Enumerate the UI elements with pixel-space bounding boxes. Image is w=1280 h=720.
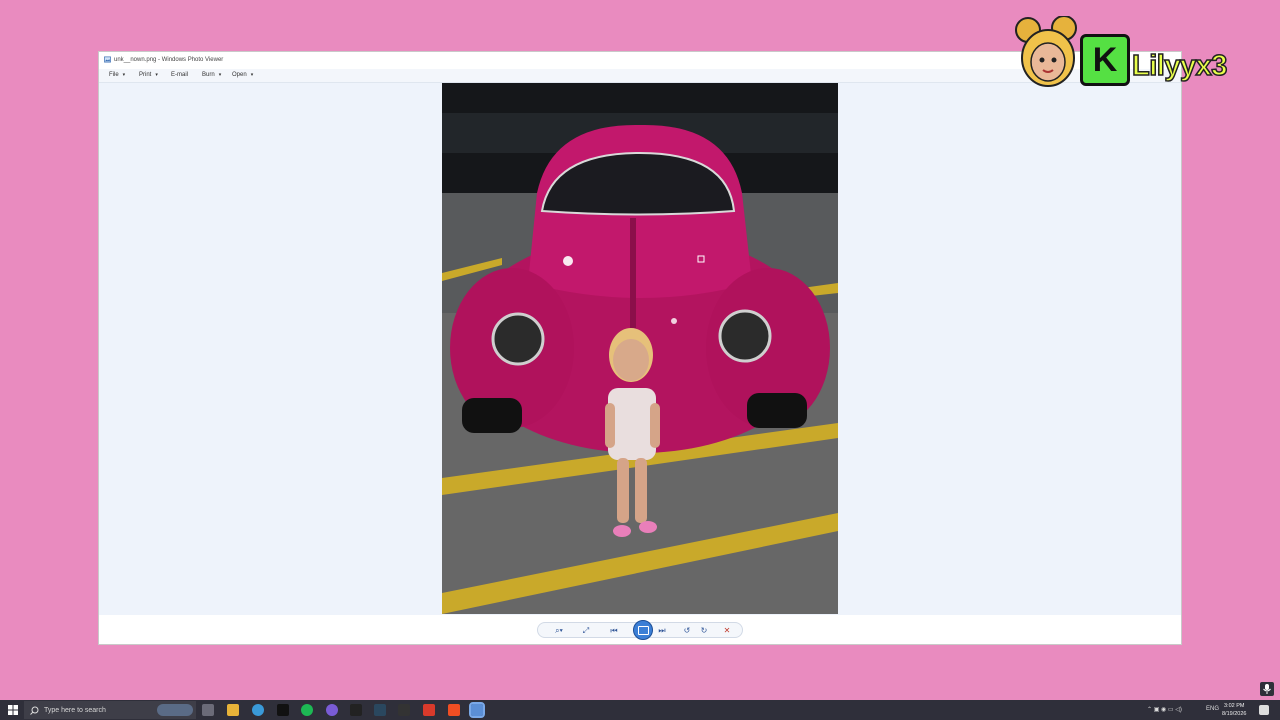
search-icon — [30, 706, 39, 715]
k-badge: K — [1080, 34, 1130, 86]
app-icon[interactable] — [277, 704, 289, 716]
search-placeholder: Type here to search — [44, 707, 106, 714]
viewer-controls: ⌕▾ ⤢ ⏮ ⏭ ↺ ↻ ✕ — [99, 615, 1181, 644]
avatar-icon — [1015, 16, 1077, 87]
previous-button[interactable]: ⏮ — [608, 626, 620, 636]
photo-viewer-taskbar-icon[interactable] — [469, 702, 485, 718]
photo-viewer-window: unk__nown.png - Windows Photo Viewer Fil… — [99, 52, 1181, 644]
menu-file[interactable]: File ▾ — [109, 72, 125, 78]
epic-icon[interactable] — [398, 704, 410, 716]
streamer-overlay: K Lilyyx3 — [1014, 16, 1264, 88]
overlay-name: Lilyyx3 — [1131, 49, 1228, 83]
notification-icon[interactable] — [1259, 705, 1269, 715]
clock[interactable]: 3:02 PM 8/19/2026 — [1222, 702, 1246, 718]
menu-email[interactable]: E-mail — [171, 72, 188, 78]
slideshow-button[interactable] — [633, 620, 653, 640]
brave-icon[interactable] — [448, 704, 460, 716]
chrome-icon[interactable] — [252, 704, 264, 716]
microphone-icon — [1263, 684, 1271, 694]
app-icon-2[interactable] — [350, 704, 362, 716]
delete-button[interactable]: ✕ — [721, 626, 733, 636]
search-highlight-icon — [157, 704, 193, 716]
photo-viewer-icon — [104, 56, 111, 63]
taskbar-search[interactable]: Type here to search — [24, 701, 196, 719]
clock-time: 3:02 PM — [1223, 703, 1245, 709]
rotate-counterclockwise-button[interactable]: ↺ — [681, 626, 693, 636]
clock-date: 8/19/2026 — [1222, 711, 1247, 717]
car-and-child-image — [442, 83, 838, 614]
file-explorer-icon[interactable] — [227, 704, 239, 716]
spotify-icon[interactable] — [301, 704, 313, 716]
microphone-button[interactable] — [1260, 682, 1274, 696]
rotate-clockwise-button[interactable]: ↻ — [698, 626, 710, 636]
zoom-button[interactable]: ⌕▾ — [550, 626, 568, 636]
control-pill: ⌕▾ ⤢ ⏮ ⏭ ↺ ↻ ✕ — [537, 620, 743, 640]
app-icon-3[interactable] — [423, 704, 435, 716]
language-indicator[interactable]: ENG — [1206, 706, 1219, 712]
menu-burn[interactable]: Burn ▾ — [202, 72, 221, 78]
actual-size-button[interactable]: ⤢ — [580, 626, 592, 636]
windows-start-icon[interactable] — [8, 705, 18, 715]
menu-open[interactable]: Open ▾ — [232, 72, 253, 78]
task-view-icon[interactable] — [202, 704, 214, 716]
steam-icon[interactable] — [374, 704, 386, 716]
discord-icon[interactable] — [326, 704, 338, 716]
next-button[interactable]: ⏭ — [656, 626, 668, 636]
displayed-photo[interactable] — [442, 83, 838, 614]
taskbar: Type here to search ⌃ ▣ ◉ ▭ ◁) ENG 3:02 … — [0, 700, 1280, 720]
tray-icons[interactable]: ⌃ ▣ ◉ ▭ ◁) — [1147, 706, 1182, 713]
window-title: unk__nown.png - Windows Photo Viewer — [114, 57, 224, 63]
image-viewport — [99, 83, 1181, 615]
menu-print[interactable]: Print ▾ — [139, 72, 158, 78]
